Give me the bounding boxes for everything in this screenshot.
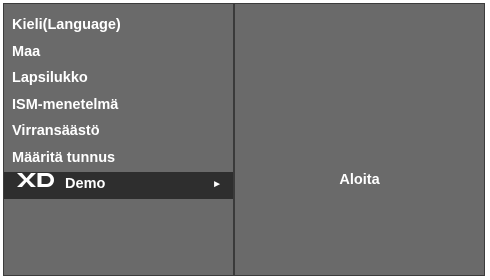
osd-menu-window: Kieli(Language) Maa Lapsilukko ISM-menet… xyxy=(3,3,485,276)
menu-item-ism-method[interactable]: ISM-menetelmä xyxy=(4,92,233,119)
xd-logo-icon xyxy=(17,170,55,197)
start-demo-button[interactable]: Aloita xyxy=(235,172,484,188)
menu-list: Kieli(Language) Maa Lapsilukko ISM-menet… xyxy=(4,12,233,199)
menu-item-label: ISM-menetelmä xyxy=(12,96,119,113)
menu-item-child-lock[interactable]: Lapsilukko xyxy=(4,65,233,92)
menu-item-label: Virransäästö xyxy=(12,123,100,139)
arrow-right-icon: ► xyxy=(212,179,222,190)
menu-item-label: Demo xyxy=(65,176,106,192)
menu-item-set-id[interactable]: Määritä tunnus xyxy=(4,145,233,172)
menu-item-country[interactable]: Maa xyxy=(4,39,233,66)
main-menu-panel: Kieli(Language) Maa Lapsilukko ISM-menet… xyxy=(4,4,233,275)
menu-item-label: Kieli(Language) xyxy=(12,17,121,33)
menu-item-language[interactable]: Kieli(Language) xyxy=(4,12,233,39)
submenu-panel: Aloita xyxy=(235,4,484,275)
menu-item-label: Maa xyxy=(12,43,41,60)
menu-item-power-saving[interactable]: Virransäästö xyxy=(4,118,233,145)
menu-item-demo[interactable]: Demo ► xyxy=(4,172,233,199)
menu-item-label: Määritä tunnus xyxy=(12,149,116,166)
menu-item-label: Lapsilukko xyxy=(12,70,88,86)
